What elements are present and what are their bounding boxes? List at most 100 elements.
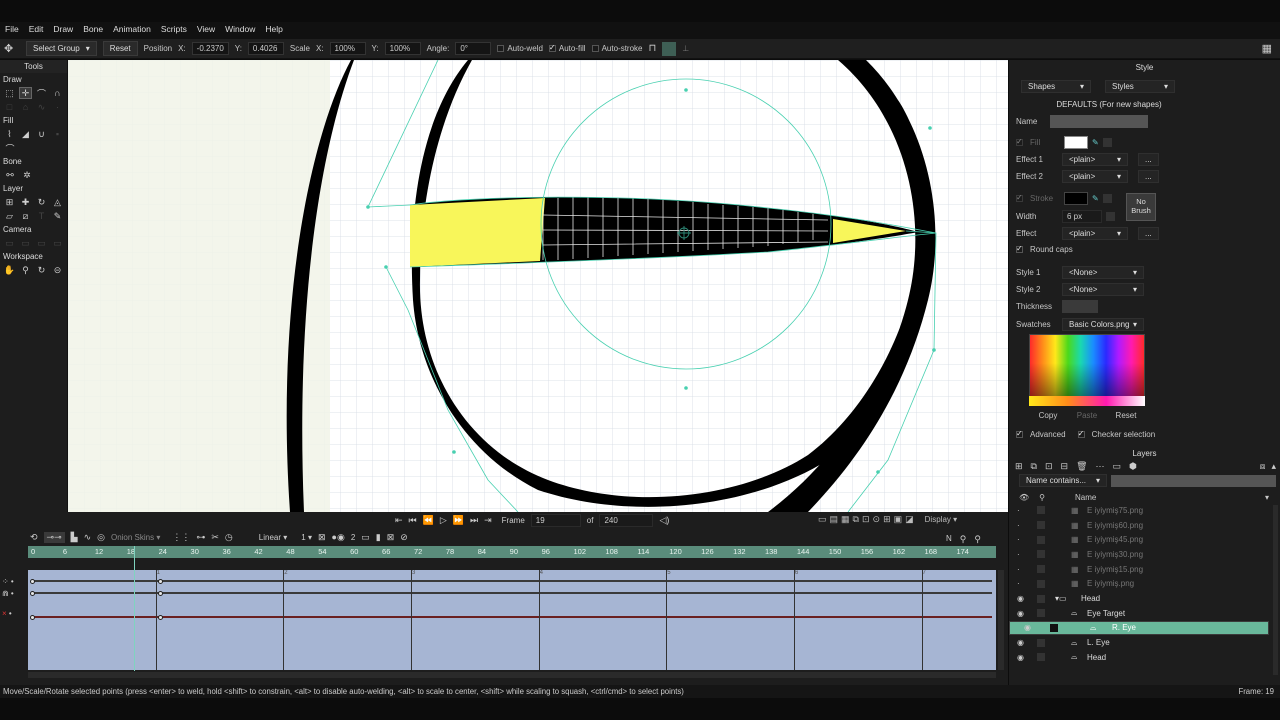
layer-row[interactable]: · ▦ E iyiymiş60.png: [1009, 518, 1269, 533]
bone-add-icon[interactable]: ⚯: [3, 169, 17, 181]
move-layer-icon[interactable]: ⊟: [1061, 461, 1069, 472]
freehand-icon[interactable]: □: [3, 101, 16, 113]
effect2-dropdown[interactable]: <plain> ▾: [1062, 170, 1128, 183]
layer-filter-dropdown[interactable]: Name contains... ▾: [1019, 474, 1107, 487]
total-frames-field[interactable]: 240: [599, 514, 654, 527]
view-mode-icon-9[interactable]: ◪: [905, 514, 914, 525]
layer-popout-icon[interactable]: ⧈: [1260, 461, 1266, 472]
visibility-icon[interactable]: ◉: [1017, 609, 1029, 618]
key-dots-icon[interactable]: ●◉: [332, 532, 345, 543]
menu-scripts[interactable]: Scripts: [156, 22, 192, 36]
stroke-color-swatch[interactable]: [1064, 192, 1088, 205]
visibility-icon[interactable]: ◉: [1017, 594, 1029, 603]
visibility-icon[interactable]: ◉: [1017, 653, 1029, 662]
thickness-field[interactable]: [1062, 300, 1098, 313]
menu-help[interactable]: Help: [260, 22, 287, 36]
select-group-dropdown[interactable]: Select Group ▾: [26, 41, 97, 56]
align-icon[interactable]: [662, 41, 677, 56]
layer-color-icon[interactable]: [1037, 594, 1045, 603]
visibility-icon[interactable]: ·: [1017, 550, 1029, 559]
curvature-icon[interactable]: ∩: [51, 87, 64, 99]
keyframe[interactable]: [157, 615, 163, 620]
layer-scrollbar[interactable]: [1273, 505, 1278, 675]
step-field[interactable]: 1 ▾: [301, 533, 312, 542]
fill-checkbox[interactable]: [1016, 139, 1023, 146]
select-shape-icon[interactable]: ⌇: [3, 128, 16, 140]
stroke-checkbox[interactable]: [1016, 195, 1023, 202]
layer-color-icon[interactable]: [1037, 565, 1045, 574]
layer-color-icon[interactable]: [1037, 550, 1045, 559]
camera-zoom-icon[interactable]: ▭: [19, 237, 32, 249]
reset-button[interactable]: Reset: [102, 41, 138, 56]
ruler-icon[interactable]: ▭: [361, 532, 370, 543]
position-x-field[interactable]: -0.2370: [191, 42, 229, 55]
effect1-dropdown[interactable]: <plain> ▾: [1062, 153, 1128, 166]
delete-layer-icon[interactable]: 🗑: [1076, 461, 1087, 472]
menu-window[interactable]: Window: [220, 22, 260, 36]
orbit-icon[interactable]: ⊝: [51, 264, 64, 276]
new-layer-icon[interactable]: ⊞: [1015, 461, 1023, 472]
baseline-icon[interactable]: ⊥: [682, 44, 689, 53]
effect2-more-button[interactable]: ...: [1138, 170, 1159, 183]
layer-row[interactable]: ◉ ⌓ Head: [1009, 650, 1269, 665]
layer-color-icon[interactable]: [1037, 521, 1045, 530]
stroke-options-icon[interactable]: [1102, 194, 1112, 203]
view-mode-icon-7[interactable]: ⊞: [883, 514, 891, 525]
grid-icon[interactable]: ⋮⋮: [172, 532, 190, 543]
fill-color-swatch[interactable]: [1064, 136, 1088, 149]
interpolation-dropdown[interactable]: Linear ▾: [259, 533, 288, 542]
view-mode-icon-6[interactable]: ⊙: [873, 514, 881, 525]
width-lock-icon[interactable]: [1106, 212, 1115, 221]
width-field[interactable]: 6 px: [1062, 210, 1102, 223]
chevron-down-icon[interactable]: ▾: [1265, 493, 1269, 502]
advanced-checkbox[interactable]: [1016, 431, 1023, 438]
styles-dropdown[interactable]: Styles ▾: [1105, 80, 1175, 93]
layer-filter-icon[interactable]: ⬢: [1129, 461, 1137, 472]
flip-icon[interactable]: ⊓: [648, 43, 656, 54]
menu-bone[interactable]: Bone: [78, 22, 108, 36]
curve-icon[interactable]: ∿: [84, 532, 92, 543]
keyframe-area[interactable]: 1 2 3 4 5 6 7: [28, 570, 996, 670]
layer-color-icon[interactable]: [1037, 506, 1045, 515]
reset-style-button[interactable]: Reset: [1112, 411, 1140, 420]
transform-points-icon[interactable]: ✛: [18, 87, 33, 99]
layer-color-icon[interactable]: [1050, 623, 1058, 632]
fill-options-icon[interactable]: [1102, 138, 1112, 147]
maximize-icon[interactable]: ▦: [1262, 42, 1272, 55]
create-shape-icon[interactable]: ◢: [19, 128, 32, 140]
display-dropdown[interactable]: Display ▾: [925, 515, 957, 524]
layer-color-icon[interactable]: [1037, 653, 1045, 662]
zoom-icon[interactable]: ⚲: [19, 264, 32, 276]
set-origin-icon[interactable]: ⊞: [3, 196, 16, 208]
layer-row[interactable]: ◉ ⌓ R. Eye: [1009, 620, 1269, 636]
round-caps-checkbox[interactable]: [1016, 246, 1023, 253]
fill-eyedropper-icon[interactable]: ✎: [1092, 138, 1099, 147]
loop-icon[interactable]: ⇤: [395, 515, 403, 526]
pen-icon[interactable]: ·: [51, 101, 64, 113]
style1-dropdown[interactable]: <None> ▾: [1062, 266, 1144, 279]
scale-x-field[interactable]: 100%: [329, 42, 366, 55]
layer-row[interactable]: ◉ ▾▭ Head: [1009, 591, 1269, 606]
copy-button[interactable]: Copy: [1034, 411, 1062, 420]
menu-view[interactable]: View: [192, 22, 220, 36]
shape-icon[interactable]: ⌂: [19, 101, 32, 113]
frame-field[interactable]: 19: [530, 514, 581, 527]
style2-dropdown[interactable]: <None> ▾: [1062, 283, 1144, 296]
visibility-header-icon[interactable]: 👁: [1019, 493, 1029, 502]
frame-ruler[interactable]: 0 6 12 18 24 30 36 42 48 54 60 66 72 78 84 90 96 102 108 11…: [28, 546, 996, 558]
hand-icon[interactable]: ✋: [3, 264, 16, 276]
layer-color-icon[interactable]: [1037, 535, 1045, 544]
view-mode-icon-3[interactable]: ▦: [841, 514, 850, 525]
scale-y-field[interactable]: 100%: [384, 42, 421, 55]
keyframe[interactable]: [30, 579, 35, 584]
audio-icon[interactable]: ◁): [659, 515, 669, 526]
text-icon[interactable]: T: [35, 210, 48, 222]
channels-icon[interactable]: ⟲: [30, 532, 38, 543]
keyframe[interactable]: [30, 615, 35, 620]
group-layer-icon[interactable]: ⊡: [1045, 461, 1053, 472]
key-filter-icon[interactable]: ⊶: [196, 532, 205, 543]
angle-field[interactable]: 0°: [455, 42, 492, 55]
visibility-icon[interactable]: ·: [1017, 579, 1029, 588]
layer-row[interactable]: ◉ ⌓ L. Eye: [1009, 635, 1269, 650]
layer-search-input[interactable]: [1111, 475, 1276, 487]
